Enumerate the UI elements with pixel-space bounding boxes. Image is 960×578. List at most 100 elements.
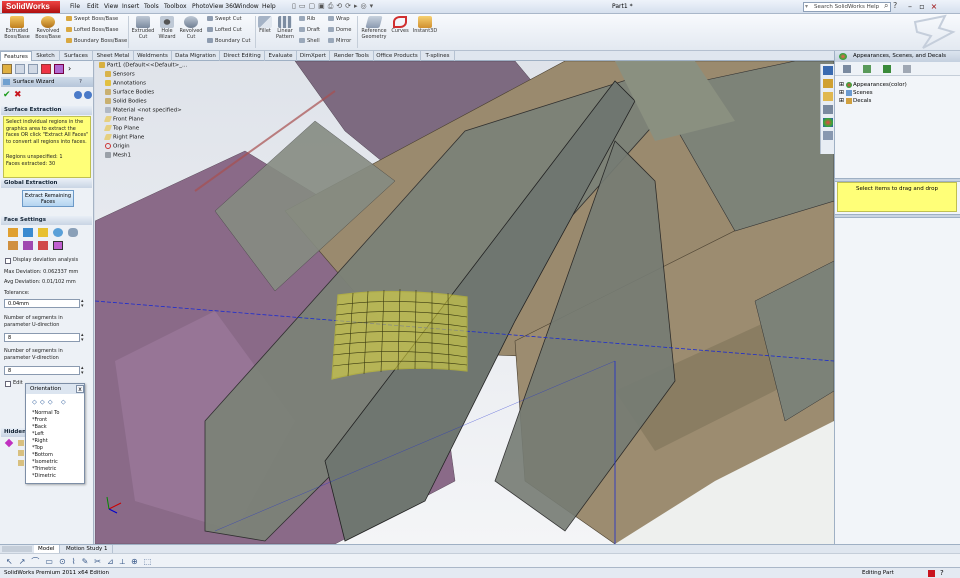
menu-file[interactable]: File — [70, 2, 80, 12]
reference-geometry-button[interactable]: Reference Geometry — [359, 16, 389, 40]
face-type-plane-icon[interactable] — [8, 228, 18, 237]
toolbar-icons[interactable]: ↖↗⌒▭⊙⌇✎✂⊿⟂⊕⬚ — [6, 556, 157, 567]
help-icon[interactable]: ? — [940, 568, 944, 578]
u-spinner-icon[interactable]: ▴ ▾ — [81, 333, 84, 343]
pane-splitter[interactable] — [835, 214, 960, 218]
tree-root-part[interactable]: Part1 (Default<<Default>_... — [99, 62, 187, 70]
mirror-button[interactable]: Mirror — [328, 38, 351, 45]
lofted-cut-button[interactable]: Lofted Cut — [207, 27, 242, 34]
view-dimetric[interactable]: *Dimetric — [32, 473, 56, 479]
restore-icon[interactable]: ▫ — [917, 2, 927, 12]
tab-weldments[interactable]: Weldments — [134, 51, 172, 61]
menu-insert[interactable]: Insert — [122, 2, 139, 12]
back-icon[interactable] — [74, 91, 82, 99]
view-buttons-row[interactable]: ⬦⬦⬦ ⬦ — [32, 398, 69, 407]
forward-nav-icon[interactable] — [863, 65, 871, 73]
refresh-icon[interactable] — [903, 65, 911, 73]
face-type-cone-icon[interactable] — [38, 228, 48, 237]
tree-item-surface-bodies[interactable]: Surface Bodies — [105, 89, 154, 97]
extruded-cut-button[interactable]: Extruded Cut — [130, 16, 156, 40]
fillet-button[interactable]: Fillet — [257, 16, 273, 35]
tree-item-material[interactable]: Material <not specified> — [105, 107, 182, 115]
tree-scenes[interactable]: ⊞ Scenes — [839, 89, 907, 97]
section-face-settings[interactable]: Face Settings — [1, 216, 92, 225]
boundary-cut-button[interactable]: Boundary Cut — [207, 38, 251, 45]
menu-view[interactable]: View — [104, 2, 118, 12]
section-surface-extraction[interactable]: Surface Extraction — [1, 106, 92, 115]
file-explorer-tab-icon[interactable] — [823, 92, 833, 101]
hole-wizard-button[interactable]: Hole Wizard — [156, 16, 178, 40]
search-icon[interactable]: ⌕ — [884, 1, 888, 11]
face-type-freeform-icon[interactable] — [53, 241, 63, 250]
propertymanager-tab-icon[interactable] — [15, 64, 25, 74]
swept-boss-button[interactable]: Swept Boss/Base — [66, 16, 118, 23]
tab-office-products[interactable]: Office Products — [374, 51, 421, 61]
revolved-boss-button[interactable]: Revolved Boss/Base — [33, 16, 63, 40]
lofted-boss-button[interactable]: Lofted Boss/Base — [66, 27, 118, 34]
tab-dimxpert[interactable]: DimXpert — [297, 51, 330, 61]
menu-toolbox[interactable]: Toolbox — [164, 2, 187, 12]
next-icon[interactable] — [84, 91, 92, 99]
ok-check-icon[interactable]: ✔ — [3, 90, 11, 100]
tree-item-solid-bodies[interactable]: Solid Bodies — [105, 98, 147, 106]
extracted-surface-patch[interactable] — [331, 288, 468, 380]
view-palette-tab-icon[interactable] — [823, 105, 833, 114]
tree-decals[interactable]: ⊞ Decals — [839, 97, 907, 105]
tree-item-origin[interactable]: Origin — [105, 143, 130, 151]
face-type-revolve-icon[interactable] — [23, 241, 33, 250]
view-left[interactable]: *Left — [32, 431, 44, 437]
tree-item-annotations[interactable]: Annotations — [105, 80, 146, 88]
view-top[interactable]: *Top — [32, 445, 43, 451]
rebuild-icon[interactable] — [928, 570, 935, 577]
orientation-close-button[interactable]: x — [76, 385, 84, 393]
cancel-x-icon[interactable]: ✖ — [14, 90, 22, 100]
shell-button[interactable]: Shell — [299, 38, 320, 45]
pm-help-icon[interactable]: ? — [79, 77, 82, 87]
curves-button[interactable]: Curves — [390, 16, 410, 35]
face-type-sphere-icon[interactable] — [53, 228, 63, 237]
add-folder-icon[interactable] — [883, 65, 891, 73]
view-right[interactable]: *Right — [32, 438, 48, 444]
view-bottom[interactable]: *Bottom — [32, 452, 53, 458]
rib-button[interactable]: Rib — [299, 16, 315, 23]
view-normal-to[interactable]: *Normal To — [32, 410, 59, 416]
tab-evaluate[interactable]: Evaluate — [265, 51, 297, 61]
horizontal-scrollbar[interactable] — [2, 546, 32, 552]
tree-item-mesh[interactable]: Mesh1 — [105, 152, 131, 160]
menu-tools[interactable]: Tools — [144, 2, 159, 12]
graphics-area[interactable] — [95, 61, 834, 544]
face-type-torus-icon[interactable] — [68, 228, 78, 237]
dimxpert-tab-icon[interactable] — [41, 64, 51, 74]
face-type-extrude-icon[interactable] — [8, 241, 18, 250]
swept-cut-button[interactable]: Swept Cut — [207, 16, 242, 23]
close-icon[interactable]: × — [929, 2, 939, 12]
model-view[interactable] — [95, 61, 834, 544]
extract-remaining-faces-button[interactable]: Extract Remaining Faces — [22, 190, 74, 207]
tab-sheet-metal[interactable]: Sheet Metal — [93, 51, 134, 61]
u-segments-input[interactable]: 8 — [4, 333, 80, 342]
view-front[interactable]: *Front — [32, 417, 47, 423]
solidworks-logo[interactable]: SolidWorks — [2, 1, 60, 13]
tolerance-spinner-icon[interactable]: ▴ ▾ — [81, 299, 84, 309]
minimize-icon[interactable]: – — [905, 2, 915, 12]
expand-icon[interactable]: ⊞ — [839, 82, 844, 88]
design-library-tab-icon[interactable] — [823, 79, 833, 88]
custom-properties-tab-icon[interactable] — [823, 131, 833, 140]
display-tab-icon[interactable] — [54, 64, 64, 74]
tab-direct-editing[interactable]: Direct Editing — [220, 51, 265, 61]
draft-button[interactable]: Draft — [299, 27, 320, 34]
back-nav-icon[interactable] — [843, 65, 851, 73]
tab-t-splines[interactable]: T-splines — [421, 51, 455, 61]
tolerance-input[interactable]: 0.04mm — [4, 299, 80, 308]
tree-item-right-plane[interactable]: Right Plane — [103, 134, 144, 142]
extruded-boss-button[interactable]: Extruded Boss/Base — [2, 16, 32, 40]
linear-pattern-button[interactable]: Linear Pattern — [274, 16, 296, 40]
instant3d-button[interactable]: Instant3D — [412, 16, 438, 35]
view-trimetric[interactable]: *Trimetric — [32, 466, 56, 472]
tab-sketch[interactable]: Sketch — [32, 51, 60, 61]
tree-item-top-plane[interactable]: Top Plane — [103, 125, 139, 133]
tree-appearances[interactable]: ⊞ Appearances(color) — [839, 81, 907, 89]
menu-photoview[interactable]: PhotoView 360 — [192, 2, 237, 12]
face-type-sweep-icon[interactable] — [38, 241, 48, 250]
face-type-cylinder-icon[interactable] — [23, 228, 33, 237]
